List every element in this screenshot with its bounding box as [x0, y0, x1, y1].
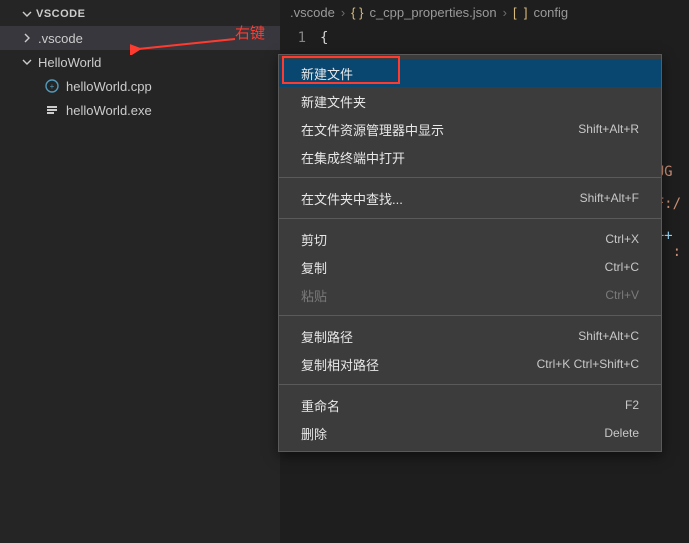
menu-separator — [279, 384, 661, 385]
menu-shortcut: Ctrl+K Ctrl+Shift+C — [537, 357, 639, 371]
explorer-sidebar: VSCODE .vscode HelloWorld + helloWorld.c… — [0, 0, 280, 543]
menu-label: 新建文件夹 — [301, 92, 366, 111]
chevron-down-icon — [22, 9, 32, 19]
chevron-down-icon — [22, 57, 32, 67]
menu-item-delete[interactable]: 删除 Delete — [279, 419, 661, 447]
menu-shortcut: Shift+Alt+C — [578, 329, 639, 343]
tree-folder-helloworld[interactable]: HelloWorld — [0, 50, 280, 74]
menu-shortcut: Ctrl+X — [605, 232, 639, 246]
tree-file-cpp[interactable]: + helloWorld.cpp — [0, 74, 280, 98]
menu-item-find-in-folder[interactable]: 在文件夹中查找... Shift+Alt+F — [279, 184, 661, 212]
menu-label: 复制路径 — [301, 327, 353, 346]
tree-file-exe[interactable]: helloWorld.exe — [0, 98, 280, 122]
menu-label: 重命名 — [301, 396, 340, 415]
menu-separator — [279, 218, 661, 219]
folder-label: HelloWorld — [38, 55, 101, 70]
menu-label: 复制相对路径 — [301, 355, 379, 374]
menu-item-open-terminal[interactable]: 在集成终端中打开 — [279, 143, 661, 171]
line-number: 1 — [280, 30, 320, 46]
menu-label: 在文件资源管理器中显示 — [301, 120, 444, 139]
menu-label: 粘贴 — [301, 286, 327, 305]
menu-shortcut: Ctrl+C — [605, 260, 639, 274]
menu-separator — [279, 177, 661, 178]
menu-item-new-file[interactable]: 新建文件 — [279, 59, 661, 87]
menu-shortcut: Shift+Alt+F — [580, 191, 639, 205]
menu-item-cut[interactable]: 剪切 Ctrl+X — [279, 225, 661, 253]
menu-label: 在集成终端中打开 — [301, 148, 405, 167]
menu-item-copy-path[interactable]: 复制路径 Shift+Alt+C — [279, 322, 661, 350]
project-title: VSCODE — [36, 8, 85, 20]
menu-shortcut: Delete — [604, 426, 639, 440]
menu-label: 复制 — [301, 258, 327, 277]
breadcrumb-part: c_cpp_properties.json — [369, 5, 496, 20]
breadcrumb-part: .vscode — [290, 5, 335, 20]
context-menu: 新建文件 新建文件夹 在文件资源管理器中显示 Shift+Alt+R 在集成终端… — [278, 54, 662, 452]
menu-item-rename[interactable]: 重命名 F2 — [279, 391, 661, 419]
chevron-right-icon — [22, 33, 32, 43]
menu-label: 新建文件 — [301, 64, 353, 83]
menu-item-paste: 粘贴 Ctrl+V — [279, 281, 661, 309]
menu-label: 删除 — [301, 424, 327, 443]
bracket-icon: [ ] — [513, 5, 527, 20]
menu-shortcut: F2 — [625, 398, 639, 412]
menu-shortcut: Ctrl+V — [605, 288, 639, 302]
breadcrumb-part: config — [533, 5, 568, 20]
menu-item-copy[interactable]: 复制 Ctrl+C — [279, 253, 661, 281]
exe-file-icon — [44, 102, 60, 118]
json-braces-icon: { } — [351, 5, 363, 20]
menu-separator — [279, 315, 661, 316]
cpp-file-icon: + — [44, 78, 60, 94]
folder-label: .vscode — [38, 31, 83, 46]
chevron-right-icon: › — [341, 5, 345, 20]
menu-item-reveal-explorer[interactable]: 在文件资源管理器中显示 Shift+Alt+R — [279, 115, 661, 143]
chevron-right-icon: › — [503, 5, 507, 20]
menu-shortcut: Shift+Alt+R — [578, 122, 639, 136]
menu-label: 剪切 — [301, 230, 327, 249]
code-editor[interactable]: 1 { BUG n" "F:/ ", C++ e" : — [280, 24, 689, 46]
menu-item-copy-relative-path[interactable]: 复制相对路径 Ctrl+K Ctrl+Shift+C — [279, 350, 661, 378]
svg-text:+: + — [50, 82, 55, 91]
file-label: helloWorld.cpp — [66, 79, 152, 94]
menu-label: 在文件夹中查找... — [301, 189, 403, 208]
annotation-text: 右键 — [235, 22, 265, 43]
code-text: { — [320, 30, 328, 46]
file-label: helloWorld.exe — [66, 103, 152, 118]
menu-item-new-folder[interactable]: 新建文件夹 — [279, 87, 661, 115]
breadcrumb[interactable]: .vscode › { } c_cpp_properties.json › [ … — [280, 0, 689, 24]
